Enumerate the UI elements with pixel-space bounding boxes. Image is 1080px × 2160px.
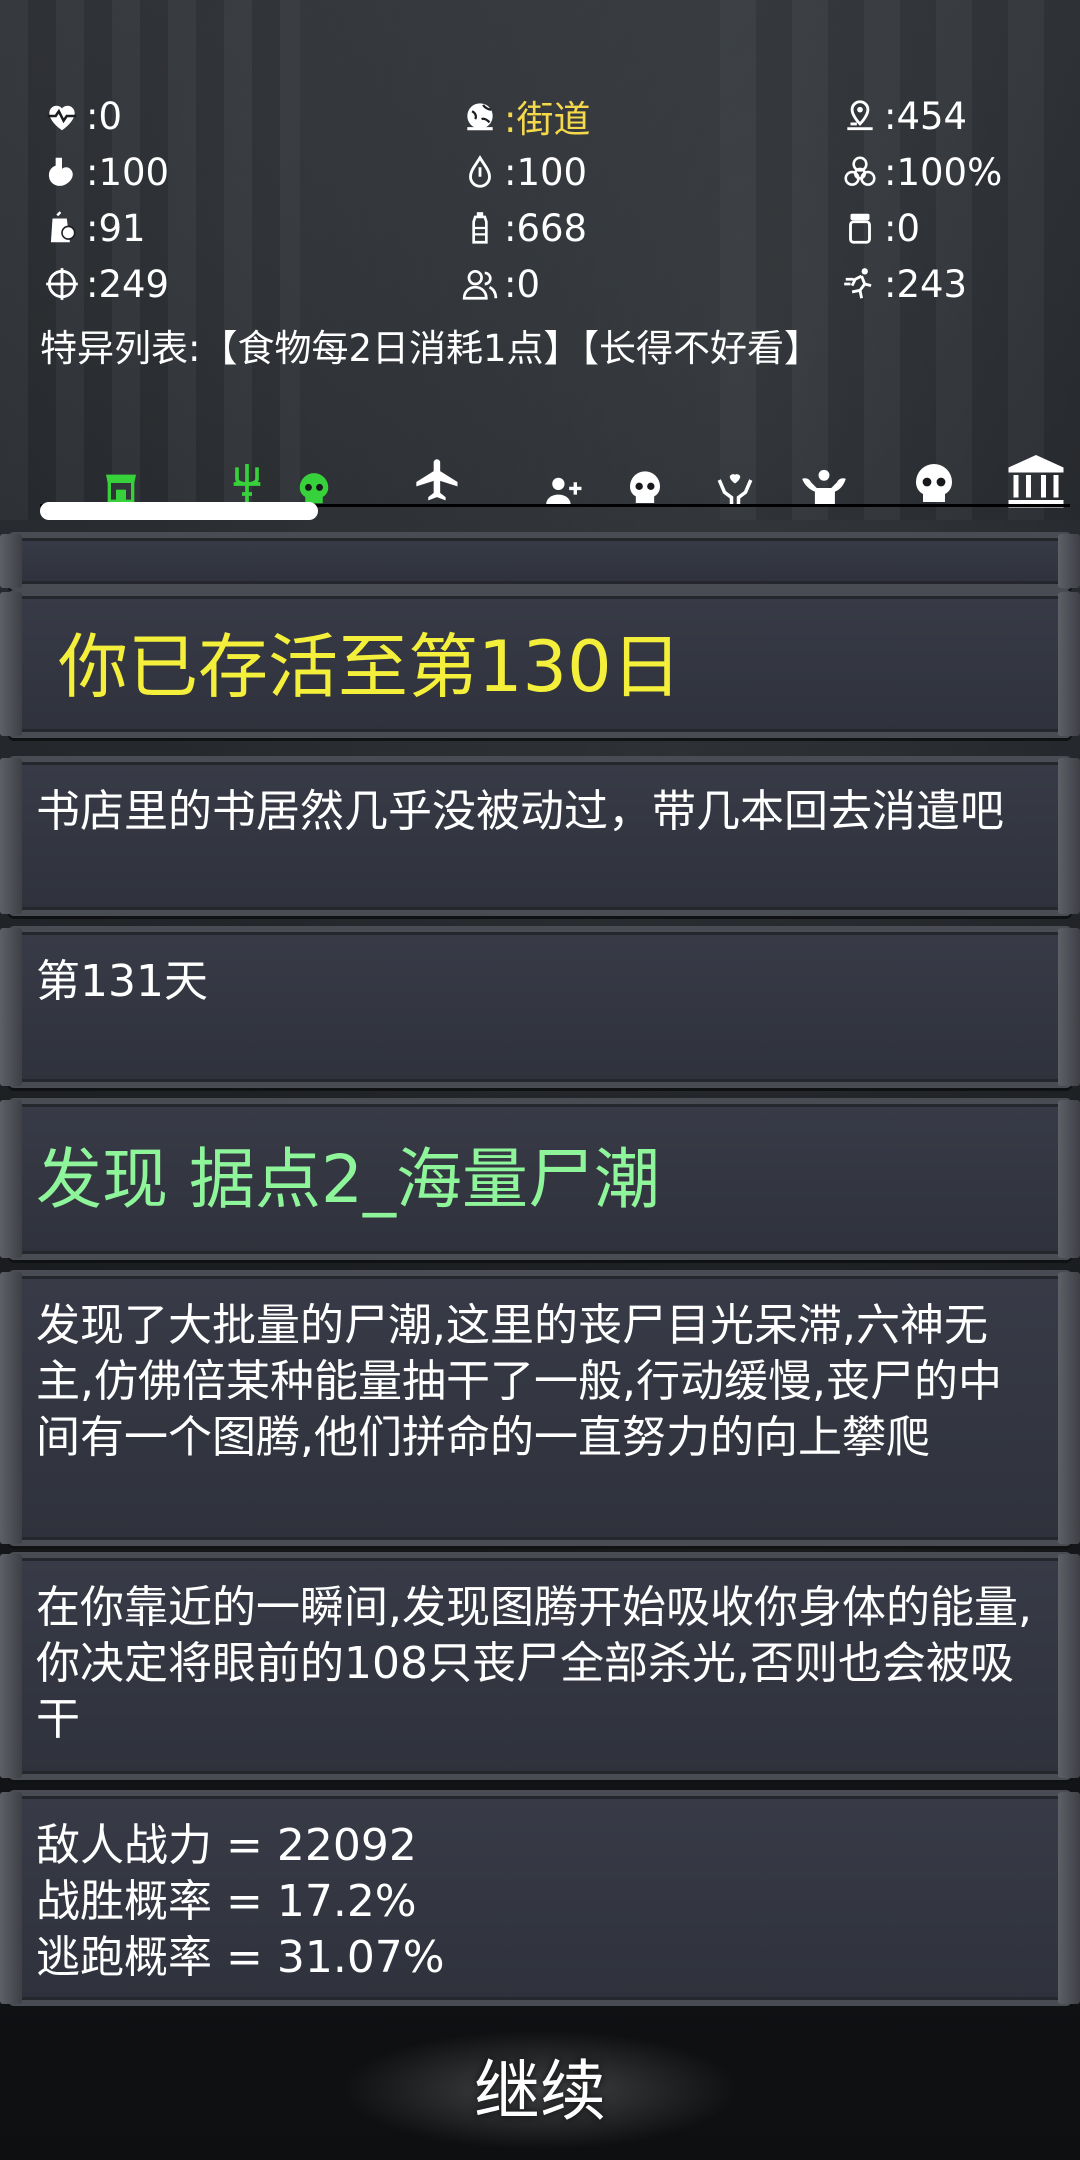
tab-skull[interactable] (620, 448, 670, 508)
stats-panel: :0 :街道 :454 :100 :100:100%:91:668:0 … (40, 88, 1050, 372)
tab-travel[interactable] (408, 448, 468, 508)
tab-bank[interactable] (1004, 448, 1068, 508)
tab-recruit[interactable] (540, 448, 586, 508)
tab-trident[interactable] (222, 448, 272, 508)
tab-bar (0, 448, 1080, 510)
water-bottle-icon (458, 206, 502, 250)
log-panel-day-next: 第131天 (0, 926, 1080, 1088)
map-pin-icon (838, 94, 882, 138)
people-icon (458, 262, 502, 306)
skull-icon (916, 464, 952, 502)
log-panel-day-survived: 你已存活至第130日 (0, 590, 1080, 738)
totem-description: 在你靠近的一瞬间,发现图腾开始吸收你身体的能量,你决定将眼前的108只丧尸全部杀… (36, 1582, 1032, 1745)
tab-strength[interactable] (796, 448, 852, 508)
stat-infection: :100% (838, 150, 1050, 194)
tab-indicator (40, 502, 318, 520)
log-panel-totem: 在你靠近的一瞬间,发现图腾开始吸收你身体的能量,你决定将眼前的108只丧尸全部杀… (0, 1552, 1080, 1780)
food-bag-icon (40, 206, 84, 250)
stat-food: :91 (40, 206, 458, 250)
stat-attack: :249 (40, 262, 458, 306)
runner-icon (838, 262, 882, 306)
tab-skull-green[interactable] (290, 448, 338, 508)
win-rate: 战胜概率 = 17.2% (36, 1876, 417, 1927)
log-panel-battle-stats: 敌人战力 = 22092 战胜概率 = 17.2% 逃跑概率 = 31.07% (0, 1790, 1080, 2006)
day-survived-heading: 你已存活至第130日 (58, 626, 682, 708)
traits-list: 特异列表:【食物每2日消耗1点】【长得不好看】 (40, 327, 822, 370)
tab-heal[interactable] (710, 448, 760, 508)
add-user-icon (546, 477, 582, 506)
tab-zombies[interactable] (906, 448, 962, 508)
muscle-icon (802, 469, 846, 505)
stat-agility: :243 (838, 262, 1050, 306)
discovery-heading: 发现 据点2_海量尸潮 (36, 1141, 660, 1218)
stat-distance: :454 (838, 94, 1050, 138)
pill-jar-icon (838, 206, 882, 250)
log-panel-bookstore: 书店里的书居然几乎没被动过，带几本回去消遣吧 (0, 756, 1080, 916)
crosshair-icon (40, 262, 84, 306)
log-panel-horde: 发现了大批量的尸潮,这里的丧尸目光呆滞,六神无主,仿佛倍某种能量抽干了一般,行动… (0, 1270, 1080, 1546)
stat-location: :街道 (458, 89, 838, 143)
stat-medicine: :0 (838, 206, 1050, 250)
biohazard-icon (838, 150, 882, 194)
heart-hands-icon (717, 474, 753, 505)
continue-button[interactable]: 继续 (390, 2044, 690, 2140)
escape-rate: 逃跑概率 = 31.07% (36, 1932, 445, 1983)
skull-icon (630, 471, 660, 503)
tab-shop[interactable] (96, 448, 146, 508)
stomach-icon (40, 150, 84, 194)
airplane-icon (416, 459, 458, 501)
trident-icon (233, 464, 261, 504)
water-drop-icon (458, 150, 502, 194)
horde-description: 发现了大批量的尸潮,这里的丧尸目光呆滞,六神无主,仿佛倍某种能量抽干了一般,行动… (36, 1300, 1002, 1463)
stat-thirst: :100 (458, 150, 838, 194)
stat-hunger: :100 (40, 150, 458, 194)
log-panel-top (0, 532, 1080, 590)
log-panel-discovery: 发现 据点2_海量尸潮 (0, 1098, 1080, 1260)
enemy-power: 敌人战力 = 22092 (36, 1820, 417, 1871)
bank-icon (1008, 455, 1064, 508)
stat-water: :668 (458, 206, 838, 250)
stat-health: :0 (40, 94, 458, 138)
bookstore-text: 书店里的书居然几乎没被动过，带几本回去消遣吧 (36, 786, 1004, 837)
globe-pin-icon (458, 94, 502, 138)
day-next-text: 第131天 (36, 956, 208, 1007)
stat-survivors: :0 (458, 262, 838, 306)
heartbeat-icon (40, 94, 84, 138)
